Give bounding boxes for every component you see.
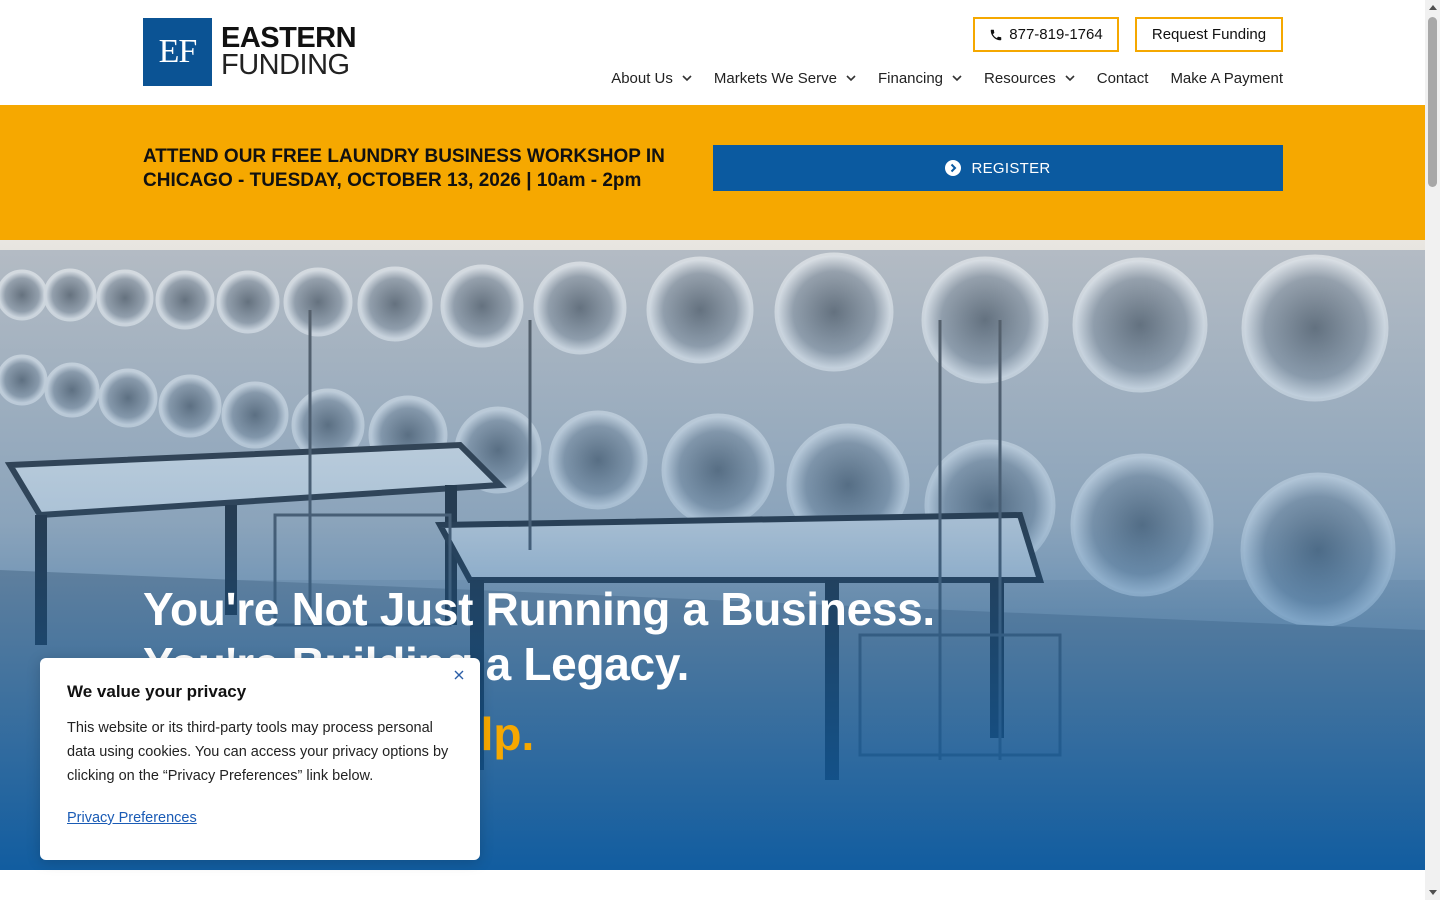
site-header: EF EASTERN FUNDING 877-819-1764 Request … <box>0 0 1425 105</box>
scroll-down-arrow-icon[interactable] <box>1425 885 1440 900</box>
logo-wordmark: EASTERN FUNDING <box>221 24 357 81</box>
nav-resources-label: Resources <box>984 70 1056 87</box>
logo-line2: FUNDING <box>221 49 350 81</box>
chevron-down-icon <box>952 75 962 82</box>
page: EF EASTERN FUNDING 877-819-1764 Request … <box>0 0 1425 900</box>
workshop-text: ATTEND OUR FREE LAUNDRY BUSINESS WORKSHO… <box>143 145 703 193</box>
logo-mark: EF <box>143 18 212 86</box>
privacy-notice: We value your privacy This website or it… <box>40 658 480 860</box>
chevron-circle-right-icon <box>945 160 962 176</box>
page-scrollbar[interactable] <box>1425 0 1440 900</box>
nav-about-us-label: About Us <box>611 70 673 87</box>
scroll-thumb[interactable] <box>1428 17 1437 187</box>
nav-financing[interactable]: Financing <box>878 70 962 87</box>
privacy-body: This website or its third-party tools ma… <box>67 720 449 784</box>
workshop-banner: ATTEND OUR FREE LAUNDRY BUSINESS WORKSHO… <box>0 105 1425 240</box>
chevron-down-icon <box>682 75 692 82</box>
site-logo[interactable]: EF EASTERN FUNDING <box>143 18 357 86</box>
phone-icon <box>991 29 1002 40</box>
nav-about-us[interactable]: About Us <box>611 70 692 87</box>
nav-make-a-payment[interactable]: Make A Payment <box>1170 70 1283 87</box>
register-button[interactable]: REGISTER <box>713 145 1283 191</box>
section-divider <box>0 870 1425 900</box>
scroll-up-arrow-icon[interactable] <box>1425 0 1440 15</box>
chevron-down-icon <box>1065 75 1075 82</box>
workshop-line1: ATTEND OUR FREE LAUNDRY BUSINESS WORKSHO… <box>143 146 665 167</box>
nav-markets-label: Markets We Serve <box>713 70 837 87</box>
request-funding-button[interactable]: Request Funding <box>1135 17 1283 52</box>
privacy-preferences-link[interactable]: Privacy Preferences <box>67 810 197 826</box>
hero-line1: You're Not Just Running a Business. <box>143 583 935 635</box>
workshop-line2: CHICAGO - TUESDAY, OCTOBER 13, 2026 | 10… <box>143 170 642 191</box>
close-icon[interactable] <box>452 668 466 682</box>
nav-contact-label: Contact <box>1096 70 1149 87</box>
nav-financing-label: Financing <box>877 70 944 87</box>
phone-button[interactable]: 877-819-1764 <box>973 17 1119 52</box>
nav-markets-we-serve[interactable]: Markets We Serve <box>714 70 856 87</box>
privacy-title: We value your privacy <box>67 682 247 701</box>
nav-resources[interactable]: Resources <box>984 70 1075 87</box>
nav-contact[interactable]: Contact <box>1097 70 1149 87</box>
main-nav: About Us Markets We Serve Financing Reso… <box>589 70 1283 87</box>
phone-label: 877-819-1764 <box>1009 26 1103 43</box>
request-funding-label: Request Funding <box>1151 26 1267 43</box>
chevron-down-icon <box>846 75 856 82</box>
nav-make-a-payment-label: Make A Payment <box>1170 70 1283 87</box>
register-label: REGISTER <box>971 159 1051 177</box>
